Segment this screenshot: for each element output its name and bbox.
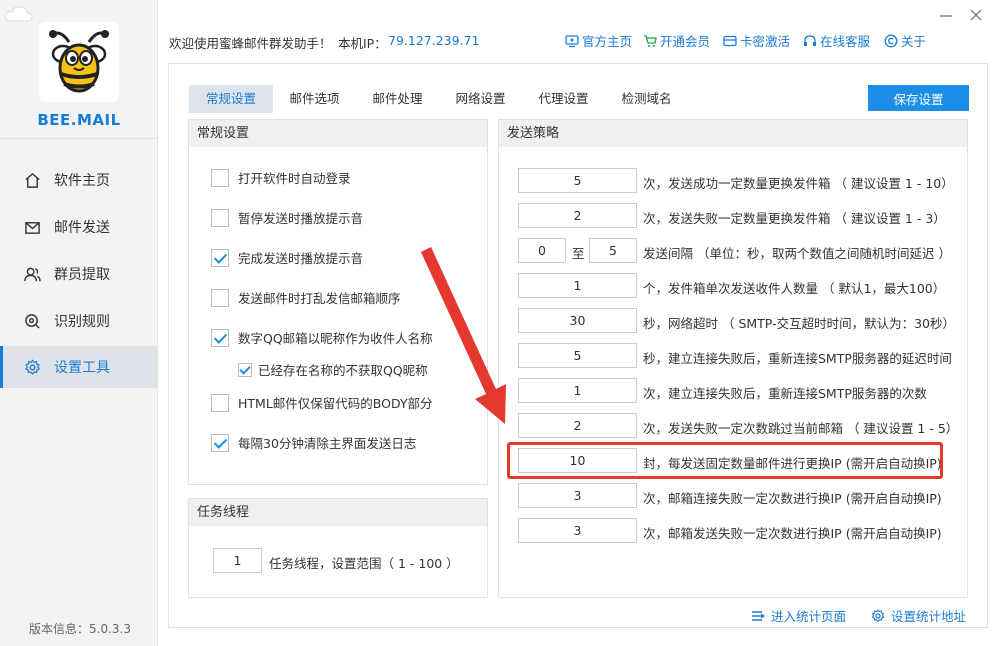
clear-log-checkbox[interactable]: 每隔30分钟清除主界面发送日志 [211,433,416,452]
gear-icon [871,608,885,622]
strategy-text: 次，邮箱连接失败一定次数进行换IP (需开启自动换IP) [643,491,942,506]
tab-check-domain[interactable]: 检测域名 [605,85,688,113]
interval-min-input[interactable] [518,238,566,263]
group-title: 常规设置 [189,120,487,147]
tab-proxy[interactable]: 代理设置 [522,85,605,113]
checkbox[interactable] [211,328,229,347]
stats-address-link[interactable]: 设置统计地址 [871,606,966,625]
thread-range-text: 任务线程，设置范围（ 1 - 100 ） [269,556,459,571]
users-icon [24,267,41,281]
official-home-link[interactable]: 官方主页 [565,31,632,50]
nav-item-rules[interactable]: 识别规则 [0,300,158,342]
list-icon [752,610,765,621]
nav-item-home[interactable]: 软件主页 [0,159,158,201]
welcome-text: 欢迎使用蜜蜂邮件群发助手！ [169,36,332,51]
checkbox[interactable] [211,248,229,267]
search-icon [25,313,40,329]
strategy-text: 次，发送失败一定数量更换发件箱 （ 建议设置 1 - 3） [643,211,946,226]
copyright-icon [884,34,898,47]
headset-icon [804,34,816,46]
strategy-text: 发送间隔 （单位：秒，取两个数值之间随机时间延迟 ） [643,246,951,261]
strategy-text: 次，邮箱发送失败一定次数进行换IP (需开启自动换IP) [643,526,942,541]
sidebar: BEE.MAIL 软件主页 邮件发送 群员提取 识别规则 设置工具 版本信息：5… [0,0,158,646]
strategy-text: 次，发送成功一定数量更换发件箱 （ 建议设置 1 - 10） [643,176,954,191]
nav-item-label: 邮件发送 [54,220,110,236]
nav-item-settings[interactable]: 设置工具 [0,346,158,388]
card-icon [723,35,737,46]
gear-icon [24,358,41,375]
strategy-text: 次，发送失败一定次数跳过当前邮箱 （ 建议设置 1 - 5） [643,421,959,436]
minimize-icon[interactable] [937,6,955,24]
cart-icon [644,34,657,47]
pause-sound-checkbox[interactable]: 暂停发送时播放提示音 [211,208,363,227]
tab-general[interactable]: 常规设置 [189,85,273,113]
checkbox[interactable] [211,433,229,452]
group-title: 发送策略 [499,120,967,147]
thread-count-input[interactable] [213,548,262,573]
skip-existing-name-checkbox[interactable]: 已经存在名称的不获取QQ昵称 [238,360,428,379]
reconnect-delay-input[interactable] [518,343,637,368]
online-service-link[interactable]: 在线客服 [803,31,870,50]
ip-value: 79.127.239.71 [388,33,480,48]
mail-icon [25,221,40,234]
qq-nickname-checkbox[interactable]: 数字QQ邮箱以昵称作为收件人名称 [211,328,433,347]
vip-link[interactable]: 开通会员 [643,31,710,50]
divider [0,138,158,139]
checkbox[interactable] [211,208,229,227]
recipients-per-send-input[interactable] [518,273,637,298]
interval-to-label: 至 [572,246,585,261]
shuffle-sender-checkbox[interactable]: 发送邮件时打乱发信邮箱顺序 [211,288,401,307]
close-icon[interactable] [967,6,985,24]
fail-switch-input[interactable] [518,203,637,228]
strategy-text: 次，建立连接失败后，重新连接SMTP服务器的次数 [643,386,927,401]
stats-page-link[interactable]: 进入统计页面 [751,606,846,625]
group-title: 任务线程 [189,499,487,526]
card-activate-link[interactable]: 卡密激活 [723,31,790,50]
nav-item-label: 设置工具 [54,360,110,376]
auto-login-checkbox[interactable]: 打开软件时自动登录 [211,168,351,187]
tab-mail-processing[interactable]: 邮件处理 [356,85,439,113]
about-link[interactable]: 关于 [884,31,926,50]
save-settings-button[interactable]: 保存设置 [868,85,969,111]
checkbox[interactable] [211,288,229,307]
monitor-icon [565,34,579,47]
tab-mail-options[interactable]: 邮件选项 [273,85,356,113]
cloud-icon [5,6,33,22]
home-icon [25,172,40,188]
conn-fail-ip-switch-input[interactable] [518,483,637,508]
highlight-box [507,442,943,479]
tab-network[interactable]: 网络设置 [439,85,522,113]
checkbox[interactable] [211,393,229,412]
nav-item-label: 软件主页 [54,173,110,189]
html-body-only-checkbox[interactable]: HTML邮件仅保留代码的BODY部分 [211,393,433,412]
strategy-text: 个，发件箱单次发送收件人数量 （ 默认1，最大100） [643,281,946,296]
nav-item-group-extract[interactable]: 群员提取 [0,253,158,295]
interval-max-input[interactable] [589,238,637,263]
reconnect-count-input[interactable] [518,378,637,403]
nav-item-mail-send[interactable]: 邮件发送 [0,206,158,248]
checkbox[interactable] [238,362,252,377]
skip-mailbox-input[interactable] [518,413,637,438]
finish-sound-checkbox[interactable]: 完成发送时播放提示音 [211,248,363,267]
strategy-text: 秒，网络超时 （ SMTP-交互超时时间，默认为：30秒） [643,316,955,331]
network-timeout-input[interactable] [518,308,637,333]
brand-name: BEE.MAIL [37,111,121,129]
ip-label: 本机IP： [338,36,387,51]
version-info: 版本信息：5.0.3.3 [29,622,131,636]
bee-logo [39,22,119,102]
send-fail-ip-switch-input[interactable] [518,518,637,543]
success-switch-input[interactable] [518,168,637,193]
strategy-text: 秒，建立连接失败后，重新连接SMTP服务器的延迟时间 [643,351,952,366]
checkbox[interactable] [211,168,229,187]
nav-item-label: 识别规则 [54,314,110,330]
nav-item-label: 群员提取 [54,267,110,283]
